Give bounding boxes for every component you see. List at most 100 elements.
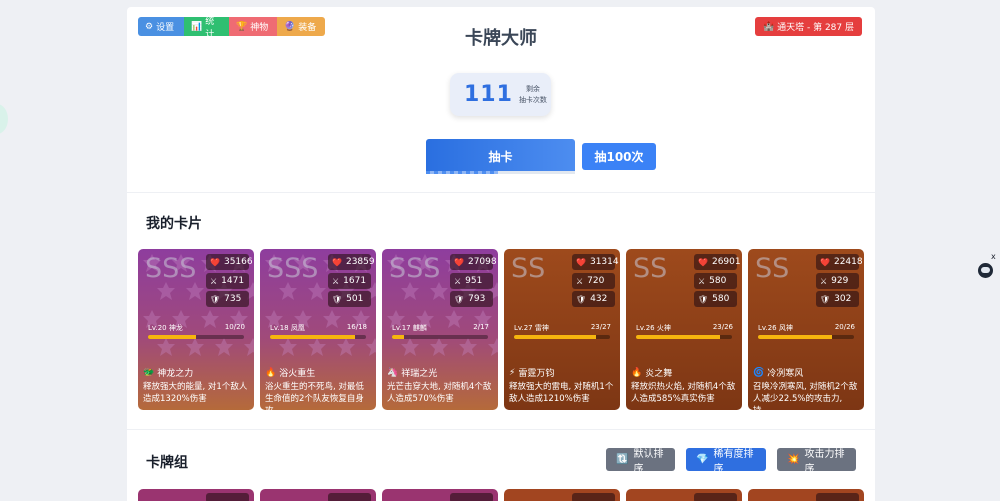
- card-defense: 🛡 501: [328, 291, 371, 307]
- card-grade: SS: [755, 253, 790, 284]
- deck-card-stat: [572, 493, 615, 501]
- card-hp: ❤️ 22418: [816, 254, 863, 270]
- my-cards-title: 我的卡片: [146, 216, 202, 232]
- skill-icon: ⚡: [509, 367, 516, 378]
- deck-card[interactable]: [626, 489, 742, 501]
- card-grade: SS: [633, 253, 668, 284]
- swords-icon: ⚔: [454, 276, 462, 286]
- card-grade: SS: [511, 253, 546, 284]
- deck-panel: 卡牌组 🔃 默认排序 💎 稀有度排序 💥 攻击力排序: [127, 430, 875, 501]
- heart-icon: ❤️: [454, 257, 464, 267]
- deck-card-stat: [816, 493, 859, 501]
- card-skill-name: 🔥 浴火重生: [265, 367, 316, 380]
- card-exp-bar: [636, 335, 732, 339]
- swords-icon: ⚔: [820, 276, 828, 286]
- card-exp-fill: [148, 335, 196, 339]
- swords-icon: ⚔: [332, 276, 340, 286]
- remaining-draws-value: 111: [464, 82, 513, 107]
- deck-card-stat: [328, 493, 371, 501]
- page-title: 卡牌大师: [465, 28, 537, 49]
- shield-icon: 🛡: [698, 294, 709, 304]
- swords-icon: ⚔: [210, 276, 218, 286]
- card-attack: ⚔ 1471: [206, 273, 249, 289]
- card-skill-name: ⚡ 雷霆万钧: [509, 367, 555, 380]
- card[interactable]: SSS ❤️ 23859 ⚔ 1671 🛡 501 Lv.18 凤凰 16/18 🔥 浴火重生 浴火重…: [260, 249, 376, 410]
- card-exp-bar: [514, 335, 610, 339]
- deck-card[interactable]: [382, 489, 498, 501]
- card-level-row: Lv.17 麒麟 2/17: [392, 323, 489, 333]
- deck-card[interactable]: [138, 489, 254, 501]
- card-level: Lv.26 火神: [636, 324, 671, 332]
- deck-title: 卡牌组: [146, 455, 188, 471]
- card-level-row: Lv.18 凤凰 16/18: [270, 323, 367, 333]
- card[interactable]: SS ❤️ 31314 ⚔ 720 🛡 432 Lv.27 雷神 23/27 ⚡ 雷霆万钧释放强大的…: [504, 249, 620, 410]
- card[interactable]: SS ❤️ 26901 ⚔ 580 🛡 580 Lv.26 火神 23/26 🔥 炎之舞 释放炽热火焰…: [626, 249, 742, 410]
- deck-card[interactable]: [260, 489, 376, 501]
- card-exp: 23/27: [590, 323, 611, 331]
- card-hp: ❤️ 27098: [450, 254, 497, 270]
- card-defense: 🛡 432: [572, 291, 615, 307]
- card-exp-bar: [270, 335, 366, 339]
- draw-100-button[interactable]: 抽100次: [582, 143, 656, 170]
- deck-card-stat: [450, 493, 493, 501]
- deck-card[interactable]: [748, 489, 864, 501]
- heart-icon: ❤️: [210, 257, 220, 267]
- skill-icon: 🐲: [143, 367, 155, 378]
- card-exp-bar: [392, 335, 488, 339]
- card[interactable]: SSS ❤️ 35166 ⚔ 1471 🛡 735 Lv.20 神龙 10/20 🐲 神龙之力 释放强…: [138, 249, 254, 410]
- card-defense: 🛡 735: [206, 291, 249, 307]
- skill-icon: 🌀: [753, 367, 765, 378]
- card-defense: 🛡 302: [816, 291, 859, 307]
- remaining-draws-counter: 111 剩余 抽卡次数: [450, 73, 551, 116]
- card-hp: ❤️ 31314: [572, 254, 619, 270]
- heart-icon: ❤️: [576, 257, 586, 267]
- sort-attack-button[interactable]: 💥 攻击力排序: [777, 448, 856, 475]
- header-panel: ⚙ 设置 📊 统计 🏆 神物 🔮 装备 🏰 通天塔 - 第 287 层 卡牌大师…: [127, 7, 875, 192]
- card-level-row: Lv.27 雷神 23/27: [514, 323, 611, 333]
- card-exp-fill: [636, 335, 721, 339]
- card-skill-name: 🔥 炎之舞: [631, 367, 673, 380]
- card-skill-desc: 召唤冷冽寒风, 对随机2个敌人减少22.5%的攻击力, 持...: [753, 382, 858, 410]
- card-exp-fill: [514, 335, 596, 339]
- card-skill-name: 🌀 冷冽寒风: [753, 367, 804, 380]
- skill-icon: 🔥: [631, 367, 643, 378]
- shield-icon: 🛡: [454, 294, 465, 304]
- card-defense: 🛡 793: [450, 291, 493, 307]
- card-level: Lv.27 雷神: [514, 324, 549, 332]
- sort-rarity-button[interactable]: 💎 稀有度排序: [686, 448, 766, 475]
- shield-icon: 🛡: [576, 294, 587, 304]
- remaining-draws-label: 剩余 抽卡次数: [518, 84, 547, 104]
- card[interactable]: SS ❤️ 22418 ⚔ 929 🛡 302 Lv.26 风神 20/26 🌀 冷冽寒风 召唤冷冽寒…: [748, 249, 864, 410]
- card-skill-desc: 释放炽热火焰, 对随机4个敌人造成585%真实伤害: [631, 382, 736, 404]
- draw-card-button[interactable]: 抽卡: [426, 139, 575, 173]
- swords-icon: ⚔: [576, 276, 584, 286]
- card-attack: ⚔ 720: [572, 273, 615, 289]
- card-skill-desc: 释放强大的雷电, 对随机1个敌人造成1210%伤害: [509, 382, 614, 404]
- refresh-icon: 🔃: [616, 454, 629, 465]
- card-level: Lv.17 麒麟: [392, 324, 427, 332]
- card-exp: 2/17: [473, 323, 489, 331]
- diamond-icon: 💎: [696, 454, 709, 465]
- decorative-circle: [0, 104, 8, 134]
- card-attack: ⚔ 929: [816, 273, 859, 289]
- card-skill-desc: 光芒击穿大地, 对随机4个敌人造成570%伤害: [387, 382, 492, 404]
- sort-default-button[interactable]: 🔃 默认排序: [606, 448, 675, 475]
- card-skill-desc: 释放强大的能量, 对1个敌人造成1320%伤害: [143, 382, 248, 404]
- sort-button-group: 🔃 默认排序 💎 稀有度排序 💥 攻击力排序: [606, 448, 856, 475]
- close-icon[interactable]: x: [991, 252, 996, 261]
- heart-icon: ❤️: [820, 257, 830, 267]
- deck-card[interactable]: [504, 489, 620, 501]
- card[interactable]: SSS ❤️ 27098 ⚔ 951 🛡 793 Lv.17 麒麟 2/17 🦄 祥瑞之光 光芒击穿大…: [382, 249, 498, 410]
- my-cards-panel: 我的卡片 SSS ❤️ 35166 ⚔ 1471 🛡 735 Lv.20 神龙 10/20 🐲 神龙…: [127, 193, 875, 429]
- card-exp-fill: [270, 335, 356, 339]
- robot-assistant-icon[interactable]: [978, 263, 993, 278]
- cards-row: SSS ❤️ 35166 ⚔ 1471 🛡 735 Lv.20 神龙 10/20 🐲 神龙之力 释放强…: [138, 249, 864, 410]
- card-level: Lv.18 凤凰: [270, 324, 305, 332]
- shield-icon: 🛡: [210, 294, 221, 304]
- card-grade: SSS: [389, 253, 441, 284]
- card-exp: 20/26: [834, 323, 855, 331]
- card-exp-bar: [148, 335, 244, 339]
- card-hp: ❤️ 23859: [328, 254, 375, 270]
- card-hp: ❤️ 35166: [206, 254, 253, 270]
- swords-icon: ⚔: [698, 276, 706, 286]
